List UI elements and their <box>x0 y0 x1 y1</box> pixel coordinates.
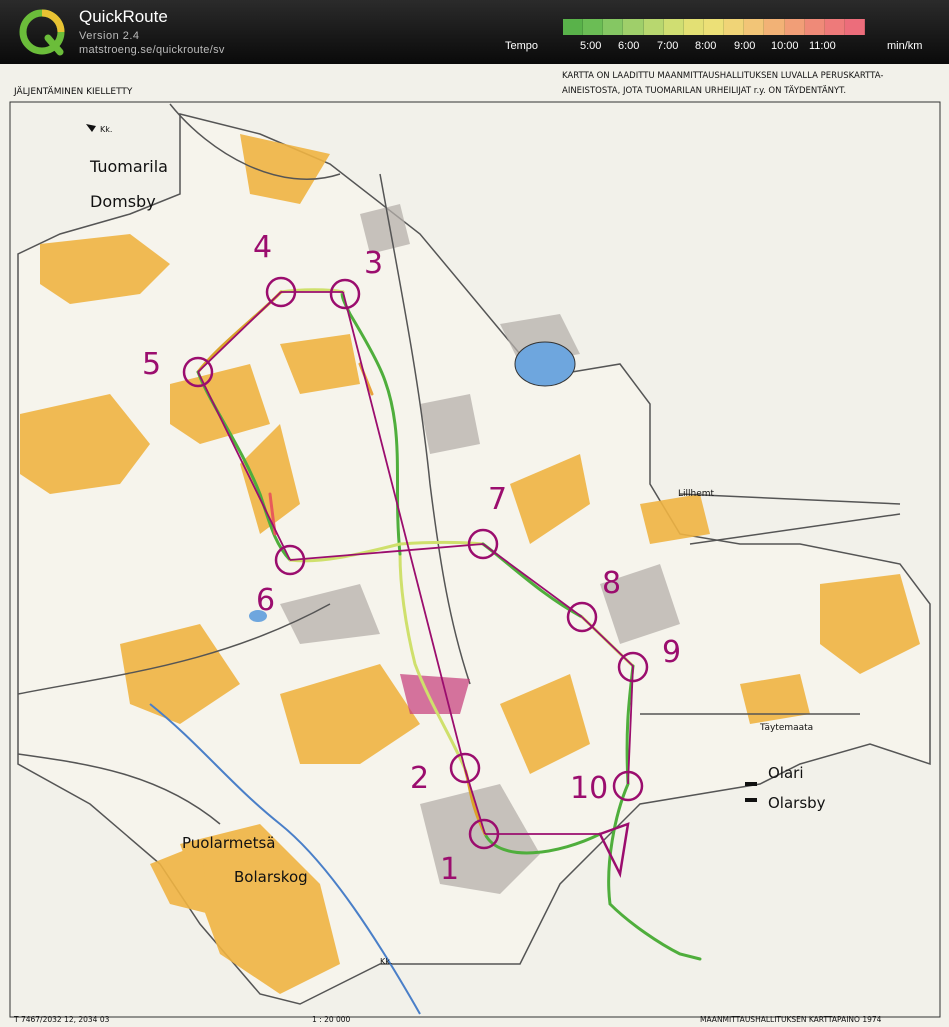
place-domsby: Domsby <box>90 192 156 211</box>
control-number-7: 7 <box>488 482 507 517</box>
tempo-tick: 5:00 <box>580 40 602 52</box>
control-number-4: 4 <box>253 230 272 265</box>
app-url[interactable]: matstroeng.se/quickroute/sv <box>79 44 225 56</box>
tempo-color-swatch <box>764 19 785 35</box>
tempo-tick: 10:00 <box>771 40 799 52</box>
quickroute-logo-icon <box>19 9 65 56</box>
map-scale: 1 : 20 000 <box>312 1015 351 1024</box>
place-lillhemt: Lillhemt <box>678 489 715 499</box>
tempo-unit: min/km <box>887 40 923 52</box>
tempo-tick: 8:00 <box>695 40 717 52</box>
tempo-color-swatch <box>784 19 805 35</box>
tempo-color-swatch <box>744 19 765 35</box>
control-number-6: 6 <box>256 583 275 618</box>
app-header: QuickRoute Version 2.4 matstroeng.se/qui… <box>0 0 949 64</box>
place-tuomarila: Tuomarila <box>89 157 168 176</box>
tempo-color-swatch <box>804 19 825 35</box>
church-label-top: Kk. <box>100 125 112 134</box>
tempo-color-swatch <box>683 19 704 35</box>
tempo-color-swatch <box>623 19 644 35</box>
church-label-bottom: Kk. <box>380 957 392 966</box>
tempo-color-swatch <box>724 19 745 35</box>
map-footer-right: MAANMITTAUSHALLITUKSEN KARTTAPAINO 1974 <box>700 1015 882 1024</box>
control-number-3: 3 <box>364 246 383 281</box>
control-number-8: 8 <box>602 566 621 601</box>
app-name: QuickRoute <box>79 7 168 26</box>
tempo-color-scale <box>563 19 866 35</box>
tempo-color-swatch <box>603 19 624 35</box>
tempo-tick: 7:00 <box>657 40 679 52</box>
map-canvas[interactable]: 1 2 3 4 5 6 7 8 9 10 JÄLJENTÄMINEN KIELL… <box>0 64 949 1027</box>
control-number-9: 9 <box>662 635 681 670</box>
control-number-2: 2 <box>410 761 429 796</box>
tempo-color-swatch <box>583 19 604 35</box>
tempo-tick: 11:00 <box>809 40 836 52</box>
control-number-5: 5 <box>142 347 161 382</box>
place-bolarskog: Bolarskog <box>234 868 308 886</box>
control-number-1: 1 <box>440 852 459 887</box>
app-version: Version 2.4 <box>79 30 140 42</box>
tempo-color-swatch <box>824 19 845 35</box>
place-olarsby: Olarsby <box>768 794 826 812</box>
place-puolarmetsa: Puolarmetsä <box>182 834 275 852</box>
map-header-right-line2: AINEISTOSTA, JOTA TUOMARILAN URHEILIJAT … <box>562 85 846 96</box>
tempo-tick: 9:00 <box>734 40 756 52</box>
building-marker <box>745 782 757 786</box>
place-olari: Olari <box>768 764 804 782</box>
tempo-label: Tempo <box>505 40 539 52</box>
tempo-color-swatch <box>663 19 684 35</box>
place-taytemaata: Täytemaata <box>759 723 813 733</box>
tempo-tick: 6:00 <box>618 40 640 52</box>
tempo-color-swatch <box>563 19 584 35</box>
map-footer-left: T 7467/2032 12, 2034 03 <box>13 1015 110 1024</box>
tempo-color-swatch <box>703 19 725 35</box>
tempo-color-swatch <box>844 19 866 35</box>
lake <box>514 341 576 387</box>
orienteering-map[interactable]: 1 2 3 4 5 6 7 8 9 10 JÄLJENTÄMINEN KIELL… <box>0 64 949 1027</box>
map-header-left: JÄLJENTÄMINEN KIELLETTY <box>13 86 133 97</box>
map-header-right-line1: KARTTA ON LAADITTU MAANMITTAUSHALLITUKSE… <box>562 71 883 81</box>
building-marker <box>745 798 757 802</box>
control-number-10: 10 <box>570 771 608 806</box>
tempo-color-swatch <box>643 19 664 35</box>
